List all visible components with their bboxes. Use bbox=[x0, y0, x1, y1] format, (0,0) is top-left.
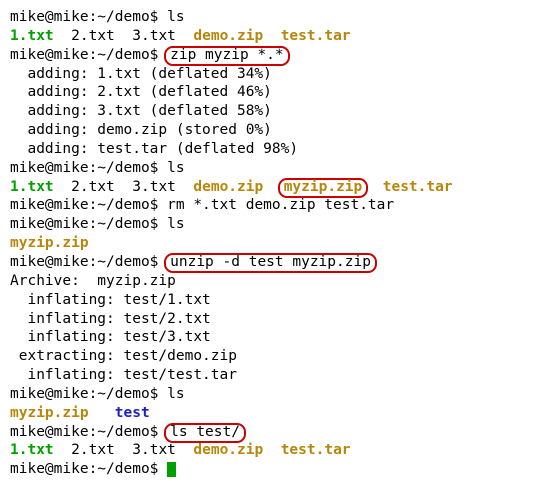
terminal-line: mike@mike:~/demo$ ls bbox=[10, 215, 531, 234]
terminal-line: mike@mike:~/demo$ ls test/ bbox=[10, 423, 531, 442]
zip-output: adding: test.tar (deflated 98%) bbox=[10, 141, 298, 157]
unzip-output: inflating: test/2.txt bbox=[10, 311, 211, 327]
terminal-line: inflating: test/2.txt bbox=[10, 310, 531, 329]
file: 3.txt bbox=[132, 179, 176, 195]
terminal-line: myzip.zip bbox=[10, 234, 531, 253]
terminal-line: mike@mike:~/demo$ unzip -d test myzip.zi… bbox=[10, 253, 531, 272]
shell-prompt: mike@mike:~/demo$ bbox=[10, 197, 167, 213]
terminal-line: inflating: test/1.txt bbox=[10, 291, 531, 310]
command: ls bbox=[167, 160, 184, 176]
terminal-line: 1.txt 2.txt 3.txt demo.zip test.tar bbox=[10, 441, 531, 460]
highlight-myzip-file: myzip.zip bbox=[278, 178, 369, 198]
file: 2.txt bbox=[71, 179, 115, 195]
file: myzip.zip bbox=[10, 235, 89, 251]
terminal-line: mike@mike:~/demo$ ls bbox=[10, 8, 531, 27]
file: 3.txt bbox=[132, 442, 176, 458]
directory: test bbox=[115, 405, 150, 421]
file: 2.txt bbox=[71, 28, 115, 44]
terminal-line: adding: 2.txt (deflated 46%) bbox=[10, 83, 531, 102]
terminal-line: mike@mike:~/demo$ rm *.txt demo.zip test… bbox=[10, 196, 531, 215]
command: ls bbox=[167, 216, 184, 232]
shell-prompt: mike@mike:~/demo$ bbox=[10, 160, 167, 176]
file: test.tar bbox=[383, 179, 453, 195]
command: rm *.txt demo.zip test.tar bbox=[167, 197, 394, 213]
terminal-line: mike@mike:~/demo$ ls bbox=[10, 385, 531, 404]
terminal-line: adding: 1.txt (deflated 34%) bbox=[10, 65, 531, 84]
file: test.tar bbox=[281, 28, 351, 44]
zip-output: adding: 1.txt (deflated 34%) bbox=[10, 66, 272, 82]
file: myzip.zip bbox=[10, 405, 89, 421]
terminal-line: mike@mike:~/demo$ bbox=[10, 460, 531, 479]
file: demo.zip bbox=[193, 442, 263, 458]
terminal-line: myzip.zip test bbox=[10, 404, 531, 423]
shell-prompt: mike@mike:~/demo$ bbox=[10, 216, 167, 232]
cursor[interactable] bbox=[167, 462, 176, 477]
unzip-output: inflating: test/test.tar bbox=[10, 367, 237, 383]
terminal-line: 1.txt 2.txt 3.txt demo.zip test.tar bbox=[10, 27, 531, 46]
shell-prompt: mike@mike:~/demo$ bbox=[10, 47, 167, 63]
terminal-line: 1.txt 2.txt 3.txt demo.zip myzip.zip tes… bbox=[10, 178, 531, 197]
file: myzip.zip bbox=[284, 179, 363, 195]
command: zip myzip *.* bbox=[170, 47, 284, 63]
file: demo.zip bbox=[193, 28, 263, 44]
zip-output: adding: 3.txt (deflated 58%) bbox=[10, 103, 272, 119]
file: 1.txt bbox=[10, 28, 54, 44]
zip-output: adding: demo.zip (stored 0%) bbox=[10, 122, 272, 138]
terminal-line: inflating: test/test.tar bbox=[10, 366, 531, 385]
terminal-line: adding: 3.txt (deflated 58%) bbox=[10, 102, 531, 121]
terminal-line: mike@mike:~/demo$ ls bbox=[10, 159, 531, 178]
shell-prompt: mike@mike:~/demo$ bbox=[10, 461, 167, 477]
shell-prompt: mike@mike:~/demo$ bbox=[10, 424, 167, 440]
command: ls bbox=[167, 9, 184, 25]
highlight-zip-command: zip myzip *.* bbox=[164, 46, 290, 66]
shell-prompt: mike@mike:~/demo$ bbox=[10, 9, 167, 25]
file: 3.txt bbox=[132, 28, 176, 44]
unzip-output: extracting: test/demo.zip bbox=[10, 348, 237, 364]
terminal-line: mike@mike:~/demo$ zip myzip *.* bbox=[10, 46, 531, 65]
terminal-line: extracting: test/demo.zip bbox=[10, 347, 531, 366]
file: 1.txt bbox=[10, 179, 54, 195]
terminal-line: adding: test.tar (deflated 98%) bbox=[10, 140, 531, 159]
zip-output: adding: 2.txt (deflated 46%) bbox=[10, 84, 272, 100]
terminal-line: adding: demo.zip (stored 0%) bbox=[10, 121, 531, 140]
unzip-output: Archive: myzip.zip bbox=[10, 273, 176, 289]
shell-prompt: mike@mike:~/demo$ bbox=[10, 386, 167, 402]
file: 1.txt bbox=[10, 442, 54, 458]
command: ls test/ bbox=[170, 424, 240, 440]
terminal-line: Archive: myzip.zip bbox=[10, 272, 531, 291]
highlight-unzip-command: unzip -d test myzip.zip bbox=[164, 253, 377, 273]
command: ls bbox=[167, 386, 184, 402]
file: test.tar bbox=[281, 442, 351, 458]
command: unzip -d test myzip.zip bbox=[170, 254, 371, 270]
highlight-ls-test-command: ls test/ bbox=[164, 423, 246, 443]
file: demo.zip bbox=[193, 179, 263, 195]
terminal-output: mike@mike:~/demo$ ls1.txt 2.txt 3.txt de… bbox=[10, 8, 531, 479]
file: 2.txt bbox=[71, 442, 115, 458]
unzip-output: inflating: test/1.txt bbox=[10, 292, 211, 308]
shell-prompt: mike@mike:~/demo$ bbox=[10, 254, 167, 270]
unzip-output: inflating: test/3.txt bbox=[10, 329, 211, 345]
terminal-line: inflating: test/3.txt bbox=[10, 328, 531, 347]
